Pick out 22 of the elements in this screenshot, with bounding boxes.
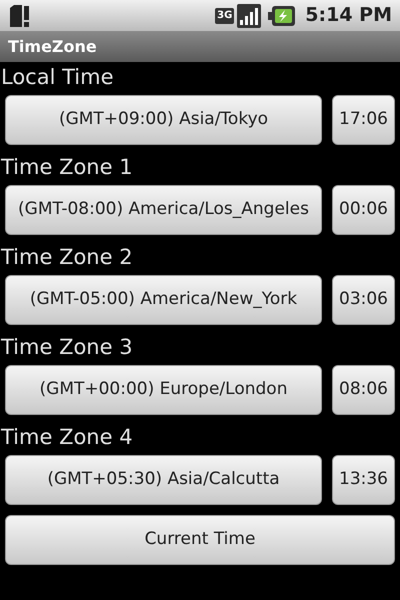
time-button[interactable]: 03:06 xyxy=(332,275,395,325)
time-zone-button[interactable]: (GMT+05:30) Asia/Calcutta xyxy=(5,455,322,505)
time-button[interactable]: 08:06 xyxy=(332,365,395,415)
clock-text: 5:14 PM xyxy=(305,3,392,28)
section-label: Time Zone 4 xyxy=(0,424,134,451)
section-label: Time Zone 3 xyxy=(0,334,134,361)
section-label: Time Zone 2 xyxy=(0,244,134,271)
network-type-icon: 3G xyxy=(215,8,234,24)
section-label: Local Time xyxy=(0,64,114,91)
time-button[interactable]: 00:06 xyxy=(332,185,395,235)
current-time-button[interactable]: Current Time xyxy=(5,515,395,565)
sd-card-warning-icon xyxy=(8,4,30,28)
signal-icon xyxy=(237,4,262,28)
section-label: Time Zone 1 xyxy=(0,154,134,181)
time-zone-button[interactable]: (GMT-05:00) America/New_York xyxy=(5,275,322,325)
time-zone-button[interactable]: (GMT+00:00) Europe/London xyxy=(5,365,322,415)
time-button[interactable]: 13:36 xyxy=(332,455,395,505)
window-title: TimeZone xyxy=(8,36,97,58)
time-zone-button[interactable]: (GMT+09:00) Asia/Tokyo xyxy=(5,95,322,145)
time-zone-button[interactable]: (GMT-08:00) America/Los_Angeles xyxy=(5,185,322,235)
time-button[interactable]: 17:06 xyxy=(332,95,395,145)
battery-charging-icon xyxy=(268,4,296,26)
